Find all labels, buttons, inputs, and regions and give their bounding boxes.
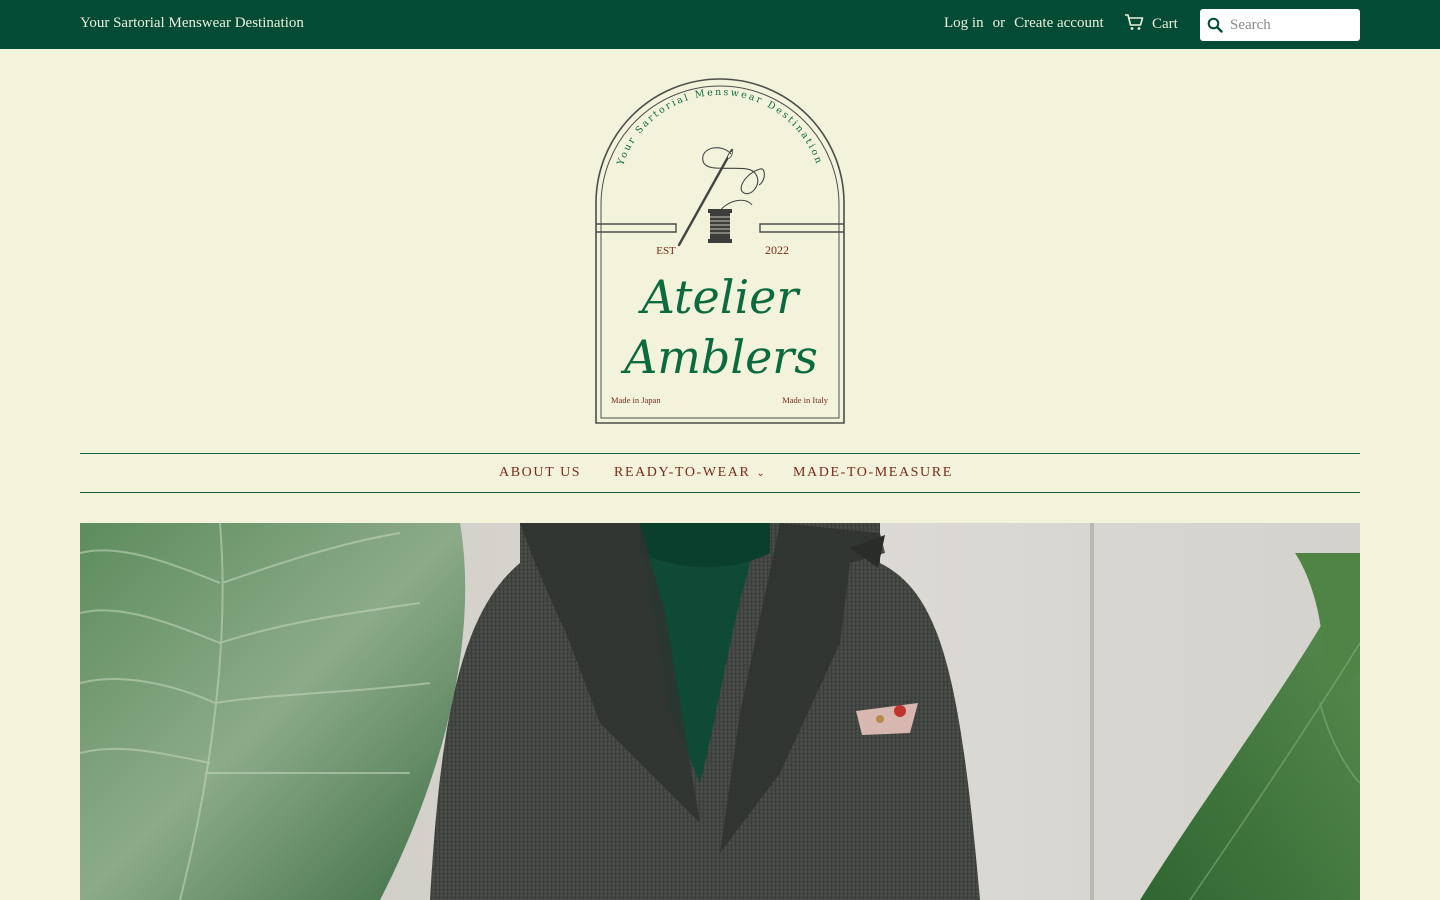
svg-text:Your Sartorial Menswear Destin: Your Sartorial Menswear Destination bbox=[615, 87, 825, 168]
cart-icon bbox=[1124, 13, 1144, 36]
logo-name-line1: Atelier bbox=[638, 270, 802, 324]
search-input[interactable] bbox=[1230, 16, 1354, 34]
or-separator: or bbox=[992, 15, 1006, 31]
cart-label: Cart bbox=[1152, 15, 1178, 32]
nav-item-label: MADE-TO-MEASURE bbox=[793, 465, 953, 480]
create-account-link[interactable]: Create account bbox=[1014, 15, 1104, 32]
search-box bbox=[1200, 9, 1360, 41]
login-link[interactable]: Log in bbox=[944, 15, 984, 32]
nav-item-about-us[interactable]: ABOUT US bbox=[499, 465, 581, 481]
main-navigation: ABOUT US READY-TO-WEAR ⌄ MADE-TO-MEASURE bbox=[80, 453, 1360, 493]
nav-item-made-to-measure[interactable]: MADE-TO-MEASURE bbox=[793, 465, 953, 481]
hero-image bbox=[80, 523, 1360, 900]
search-icon[interactable] bbox=[1200, 17, 1230, 33]
logo-est: EST bbox=[656, 245, 676, 257]
nav-item-label: READY-TO-WEAR bbox=[614, 465, 751, 480]
logo-name-line2: Amblers bbox=[620, 330, 818, 384]
announcement-bar: Your Sartorial Menswear Destination Log … bbox=[0, 0, 1440, 49]
site-tagline: Your Sartorial Menswear Destination bbox=[80, 15, 304, 31]
chevron-down-icon: ⌄ bbox=[756, 468, 767, 479]
account-links: Log in or Create account bbox=[944, 15, 1104, 32]
nav-item-label: ABOUT US bbox=[499, 465, 582, 480]
nav-item-ready-to-wear[interactable]: READY-TO-WEAR ⌄ bbox=[614, 465, 766, 481]
cart-link[interactable]: Cart bbox=[1124, 13, 1178, 35]
site-logo[interactable]: Your Sartorial Menswear Destination EST … bbox=[594, 77, 846, 425]
logo-made-in-japan: Made in Japan bbox=[611, 395, 661, 405]
logo-year: 2022 bbox=[765, 243, 789, 257]
logo-arc-text: Your Sartorial Menswear Destination bbox=[615, 87, 823, 168]
logo-made-in-italy: Made in Italy bbox=[782, 395, 829, 405]
